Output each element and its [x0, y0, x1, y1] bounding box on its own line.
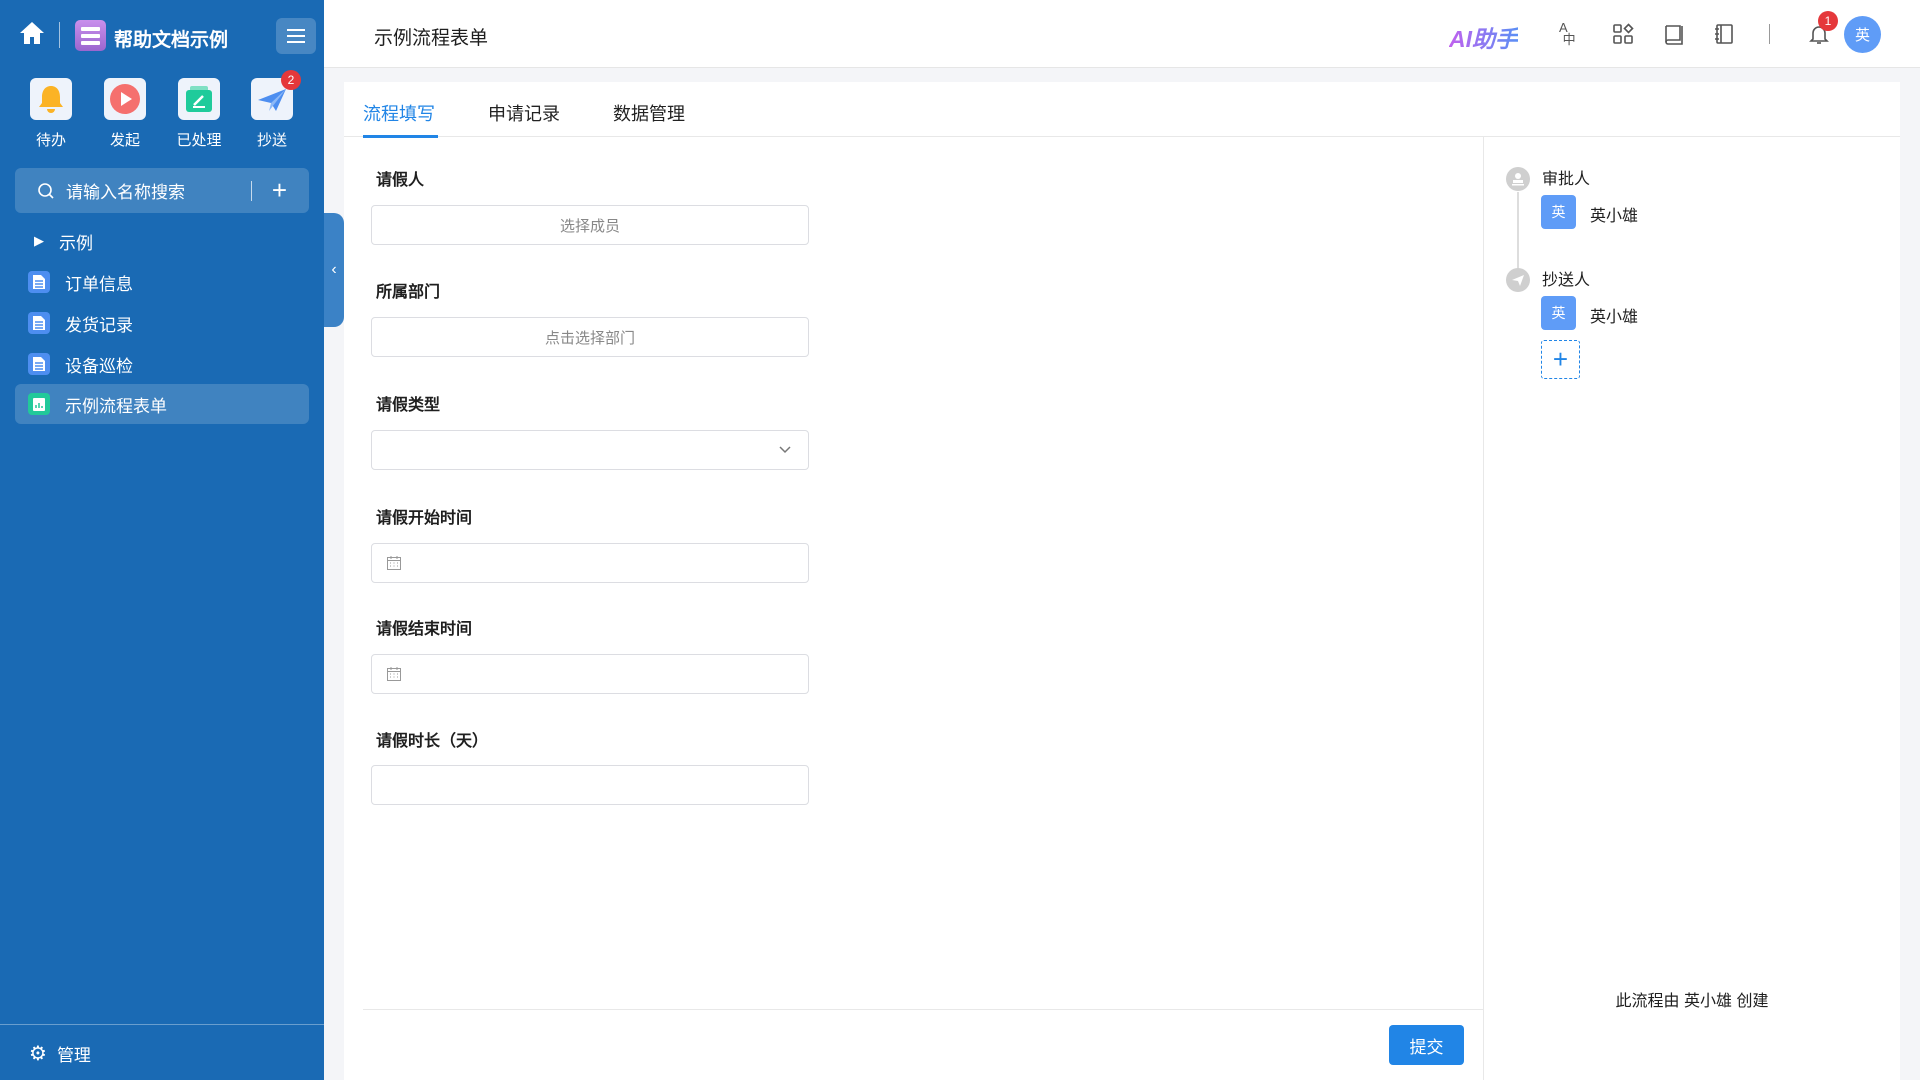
- translate-icon[interactable]: A 中: [1559, 22, 1583, 46]
- manage-button[interactable]: ⚙ 管理: [29, 1041, 91, 1066]
- header: 示例流程表单 AI助手 A 中 1 英: [324, 0, 1920, 68]
- tree-item-order-info[interactable]: 订单信息: [15, 262, 309, 302]
- search-icon: [37, 182, 55, 200]
- applicant-member-picker[interactable]: 选择成员: [371, 205, 809, 245]
- cc-badge: 2: [281, 70, 301, 90]
- approver-avatar: 英: [1541, 195, 1576, 229]
- approver-title: 审批人: [1542, 165, 1590, 189]
- start-time-picker[interactable]: [371, 543, 809, 583]
- tree-item-example-flow-form[interactable]: 示例流程表单: [15, 384, 309, 424]
- user-avatar[interactable]: 英: [1844, 16, 1881, 53]
- app-logo-icon: [75, 20, 106, 51]
- approver-name: 英小雄: [1590, 202, 1638, 226]
- add-cc-button[interactable]: +: [1541, 340, 1580, 379]
- field-label: 请假时长（天）: [376, 727, 488, 751]
- tab-data-management[interactable]: 数据管理: [613, 100, 685, 126]
- app-title: 帮助文档示例: [114, 25, 228, 52]
- bell-icon: [30, 78, 72, 120]
- divider: [59, 22, 60, 48]
- gear-icon: ⚙: [29, 1041, 47, 1066]
- apps-icon[interactable]: [1611, 22, 1635, 46]
- chevron-down-icon: [778, 445, 792, 455]
- leave-duration-input[interactable]: [371, 765, 809, 805]
- submit-button[interactable]: 提交: [1389, 1025, 1464, 1065]
- flow-line: [1517, 192, 1519, 278]
- tree-item-label: 示例流程表单: [65, 392, 167, 417]
- quick-action-label: 抄送: [241, 129, 303, 150]
- chevron-left-icon: ‹: [331, 261, 336, 279]
- calendar-icon: [386, 666, 402, 682]
- home-icon[interactable]: [18, 20, 46, 46]
- add-icon[interactable]: +: [272, 175, 287, 206]
- divider: [1769, 24, 1770, 44]
- tree-item-label: 示例: [59, 229, 93, 254]
- cc-name: 英小雄: [1590, 303, 1638, 327]
- quick-action-cc[interactable]: 2 抄送: [241, 78, 303, 150]
- ai-assistant-button[interactable]: AI助手: [1449, 20, 1518, 54]
- collapse-sidebar-button[interactable]: ‹: [324, 213, 344, 327]
- processed-icon: [178, 78, 220, 120]
- play-icon: [104, 78, 146, 120]
- calendar-icon: [386, 555, 402, 571]
- document-icon: [28, 271, 50, 293]
- field-label: 请假结束时间: [376, 615, 472, 639]
- send-icon: 2: [251, 78, 293, 120]
- quick-action-label: 发起: [94, 129, 156, 150]
- book-icon[interactable]: [1662, 22, 1686, 46]
- document-icon: [28, 312, 50, 334]
- caret-right-icon: ▶: [34, 233, 44, 249]
- tree-item-label: 设备巡检: [65, 352, 133, 377]
- tab-divider: [344, 136, 1900, 137]
- quick-action-label: 待办: [20, 129, 82, 150]
- field-label: 所属部门: [376, 278, 440, 302]
- tree-item-equipment-inspection[interactable]: 设备巡检: [15, 344, 309, 384]
- tree-item-label: 发货记录: [65, 311, 133, 336]
- tree-item-label: 订单信息: [65, 270, 133, 295]
- document-icon: [28, 353, 50, 375]
- field-label: 请假人: [376, 166, 424, 190]
- department-picker[interactable]: 点击选择部门: [371, 317, 809, 357]
- tree-item-shipping-record[interactable]: 发货记录: [15, 303, 309, 343]
- flow-form-icon: [28, 393, 50, 415]
- page-title: 示例流程表单: [374, 23, 488, 50]
- divider: [0, 1024, 324, 1025]
- quick-action-start[interactable]: 发起: [94, 78, 156, 150]
- tree-folder-example[interactable]: ▶ 示例: [15, 221, 309, 261]
- end-time-picker[interactable]: [371, 654, 809, 694]
- flow-creator-note: 此流程由 英小雄 创建: [1484, 987, 1900, 1011]
- quick-action-label: 已处理: [168, 129, 230, 150]
- cc-title: 抄送人: [1542, 266, 1590, 290]
- notification-badge: 1: [1818, 11, 1838, 31]
- plus-icon: +: [1553, 344, 1568, 375]
- footer-divider: [363, 1009, 1483, 1010]
- active-tab-indicator: [363, 135, 438, 138]
- cc-send-icon: [1506, 268, 1530, 292]
- notebook-icon[interactable]: [1712, 22, 1736, 46]
- search-box[interactable]: 请输入名称搜索 +: [15, 168, 309, 213]
- approver-stamp-icon: [1506, 167, 1530, 191]
- tab-application-records[interactable]: 申请记录: [488, 100, 560, 126]
- leave-type-select[interactable]: [371, 430, 809, 470]
- divider: [1483, 137, 1484, 1080]
- search-input[interactable]: 请输入名称搜索: [66, 178, 251, 203]
- quick-action-todo[interactable]: 待办: [20, 78, 82, 150]
- manage-label: 管理: [57, 1041, 91, 1066]
- field-label: 请假类型: [376, 391, 440, 415]
- tab-flow-fill[interactable]: 流程填写: [363, 100, 435, 126]
- menu-toggle-button[interactable]: [276, 18, 316, 54]
- field-label: 请假开始时间: [376, 504, 472, 528]
- quick-action-processed[interactable]: 已处理: [168, 78, 230, 150]
- sidebar: 帮助文档示例 待办 发起 已处理 2 抄送 请输入名称搜索 + ▶ 示例 订单信…: [0, 0, 324, 1080]
- cc-avatar: 英: [1541, 296, 1576, 330]
